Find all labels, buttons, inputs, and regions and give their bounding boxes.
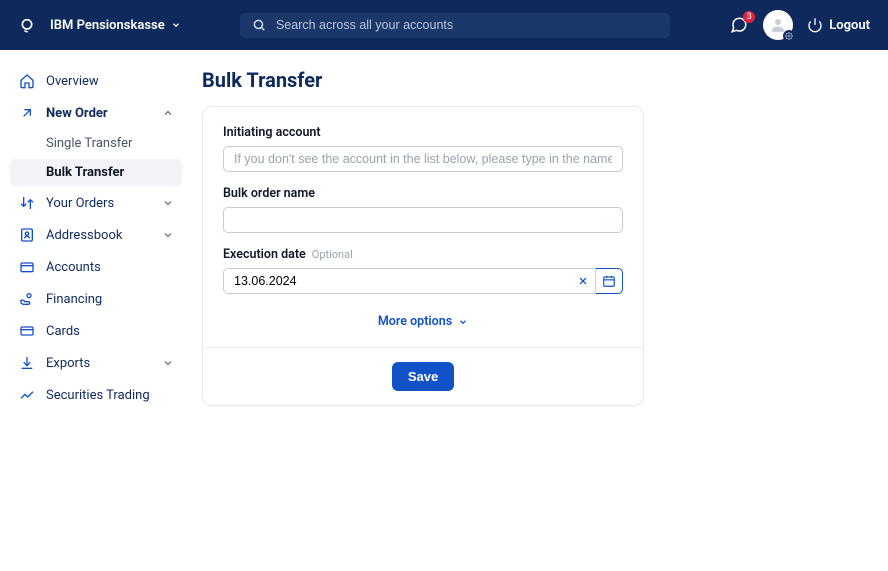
sidebar-item-label: Exports: [46, 356, 90, 371]
chevron-down-icon: [162, 197, 174, 209]
gear-icon: [785, 32, 793, 40]
save-button[interactable]: Save: [392, 362, 454, 391]
date-picker-button[interactable]: [595, 268, 623, 294]
home-icon: [18, 72, 36, 90]
hand-coin-icon: [18, 290, 36, 308]
notifications-button[interactable]: 3: [729, 15, 749, 35]
download-icon: [18, 354, 36, 372]
header-actions: 3 Logout: [729, 10, 870, 40]
sidebar-item-label: New Order: [46, 106, 108, 121]
notification-badge: 3: [743, 11, 755, 23]
global-search[interactable]: [240, 13, 670, 38]
sidebar-item-your-orders[interactable]: Your Orders: [10, 188, 182, 218]
sidebar: Overview New Order Single Transfer Bulk …: [0, 50, 192, 571]
execution-date-label-text: Execution date: [223, 247, 306, 262]
tenant-name: IBM Pensionskasse: [50, 18, 165, 33]
sidebar-item-bulk-transfer[interactable]: Bulk Transfer: [10, 159, 182, 186]
sidebar-item-label: Financing: [46, 292, 102, 307]
execution-date-input-wrap: [223, 268, 596, 294]
app-header: IBM Pensionskasse 3 Logout: [0, 0, 888, 50]
sidebar-item-single-transfer[interactable]: Single Transfer: [10, 130, 182, 157]
execution-date-group: Execution date Optional: [223, 247, 623, 294]
calendar-icon: [602, 274, 616, 288]
avatar-settings-badge: [783, 30, 795, 42]
chevron-down-icon: [171, 20, 181, 30]
avatar[interactable]: [763, 10, 793, 40]
initiating-account-input[interactable]: [223, 146, 623, 172]
card-body: Initiating account Bulk order name Execu…: [203, 107, 643, 347]
sidebar-item-cards[interactable]: Cards: [10, 316, 182, 346]
wallet-icon: [18, 258, 36, 276]
sidebar-item-new-order[interactable]: New Order: [10, 98, 182, 128]
sidebar-item-label: Addressbook: [46, 228, 122, 243]
chevron-up-icon: [162, 107, 174, 119]
sidebar-item-accounts[interactable]: Accounts: [10, 252, 182, 282]
send-icon: [18, 104, 36, 122]
swap-icon: [18, 194, 36, 212]
execution-date-label: Execution date Optional: [223, 247, 623, 262]
addressbook-icon: [18, 226, 36, 244]
search-icon: [252, 18, 266, 32]
page-title: Bulk Transfer: [202, 68, 848, 92]
sidebar-item-securities-trading[interactable]: Securities Trading: [10, 380, 182, 410]
bulk-order-name-group: Bulk order name: [223, 186, 623, 233]
search-wrap: [181, 13, 730, 38]
card-footer: Save: [203, 347, 643, 405]
initiating-account-group: Initiating account: [223, 125, 623, 172]
sidebar-item-label: Cards: [46, 324, 80, 339]
logout-label: Logout: [829, 18, 870, 33]
main-content: Bulk Transfer Initiating account Bulk or…: [192, 50, 888, 571]
sidebar-item-label: Your Orders: [46, 196, 114, 211]
execution-date-input[interactable]: [223, 268, 596, 294]
sidebar-item-overview[interactable]: Overview: [10, 66, 182, 96]
chevron-down-icon: [162, 357, 174, 369]
power-icon: [807, 17, 823, 33]
tenant-switcher[interactable]: IBM Pensionskasse: [50, 18, 181, 33]
chart-icon: [18, 386, 36, 404]
close-icon: [578, 276, 588, 286]
sidebar-item-exports[interactable]: Exports: [10, 348, 182, 378]
sidebar-item-label: Single Transfer: [46, 136, 132, 151]
bulk-transfer-card: Initiating account Bulk order name Execu…: [202, 106, 644, 406]
sidebar-item-addressbook[interactable]: Addressbook: [10, 220, 182, 250]
bulk-order-name-label: Bulk order name: [223, 186, 623, 201]
sidebar-item-label: Accounts: [46, 260, 101, 275]
optional-hint: Optional: [312, 248, 353, 261]
clear-date-button[interactable]: [578, 276, 588, 286]
sidebar-item-label: Securities Trading: [46, 388, 150, 403]
more-options-toggle[interactable]: More options: [378, 314, 468, 329]
logout-button[interactable]: Logout: [807, 17, 870, 33]
execution-date-row: [223, 268, 623, 294]
sidebar-item-financing[interactable]: Financing: [10, 284, 182, 314]
card-icon: [18, 322, 36, 340]
more-options-row: More options: [223, 310, 623, 329]
sidebar-item-label: Overview: [46, 74, 99, 89]
brand-logo: [18, 16, 36, 34]
bulk-order-name-input[interactable]: [223, 207, 623, 233]
layout: Overview New Order Single Transfer Bulk …: [0, 50, 888, 571]
search-input[interactable]: [276, 18, 658, 32]
more-options-label: More options: [378, 314, 452, 329]
initiating-account-label: Initiating account: [223, 125, 623, 140]
sidebar-item-label: Bulk Transfer: [46, 165, 124, 180]
chevron-down-icon: [162, 229, 174, 241]
chevron-down-icon: [458, 317, 468, 327]
